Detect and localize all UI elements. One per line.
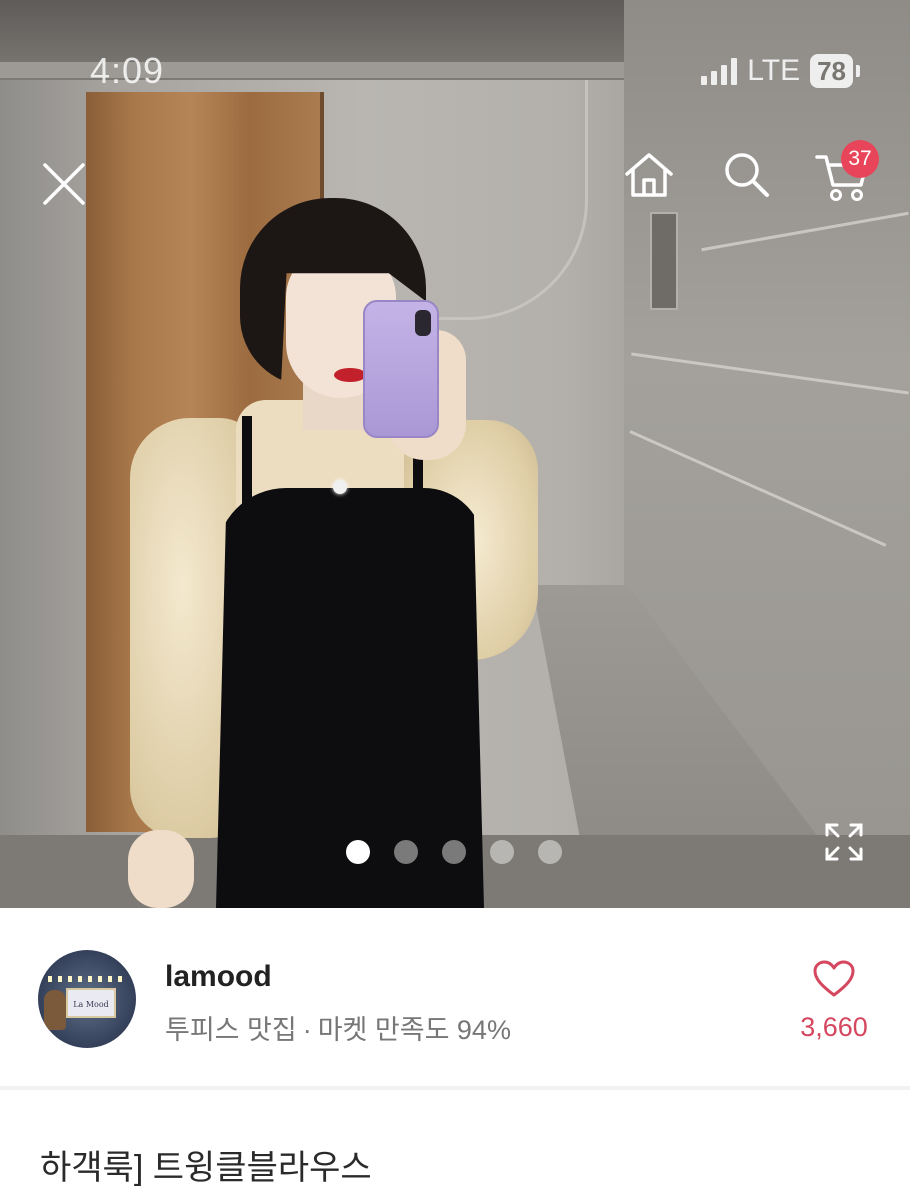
gallery-dot[interactable] (346, 840, 370, 864)
photo-hand-left (128, 830, 194, 908)
seller-subtitle: 투피스 맛집 · 마켓 만족도 94% (165, 1008, 511, 1047)
photo-lips (334, 368, 366, 382)
photo-strap (242, 416, 252, 506)
gallery-dot[interactable] (490, 840, 514, 864)
status-indicators: LTE 78 (701, 54, 860, 88)
seller-row[interactable]: La Mood lamood 투피스 맛집 · 마켓 만족도 94% 3,660 (0, 908, 910, 1088)
expand-button[interactable] (822, 820, 866, 864)
cart-badge: 37 (841, 140, 879, 178)
product-title: 하객룩] 트윙클블라우스 (40, 1149, 372, 1187)
close-button[interactable] (38, 158, 90, 210)
photo-phone-camera (415, 310, 431, 336)
expand-icon (825, 823, 863, 861)
battery-icon: 78 (810, 54, 860, 88)
photo-necklace (333, 480, 347, 494)
gallery-pagination (346, 840, 562, 864)
avatar-sign-text: La Mood (73, 1000, 109, 1009)
network-type: LTE (747, 54, 801, 87)
battery-level: 78 (810, 54, 853, 88)
status-time: 4:09 (90, 50, 165, 91)
photo-switch (650, 212, 678, 310)
like-button[interactable] (808, 956, 860, 1002)
signal-icon (701, 57, 738, 85)
gallery-dot[interactable] (538, 840, 562, 864)
search-button[interactable] (718, 146, 774, 202)
heart-icon (813, 960, 855, 997)
home-button[interactable] (620, 146, 678, 204)
gallery-dot[interactable] (442, 840, 466, 864)
seller-separator: · (302, 1015, 312, 1045)
avatar[interactable]: La Mood (38, 950, 136, 1048)
section-divider (0, 1086, 910, 1090)
like-count: 3,660 (800, 1012, 868, 1042)
search-icon (725, 153, 769, 197)
seller-category: 투피스 맛집 (165, 1015, 297, 1045)
gallery-dot[interactable] (394, 840, 418, 864)
seller-name[interactable]: lamood (165, 960, 272, 994)
home-icon (625, 153, 673, 197)
seller-satisfaction: 마켓 만족도 94% (317, 1015, 511, 1045)
product-image[interactable] (0, 0, 910, 908)
close-icon (43, 163, 85, 205)
